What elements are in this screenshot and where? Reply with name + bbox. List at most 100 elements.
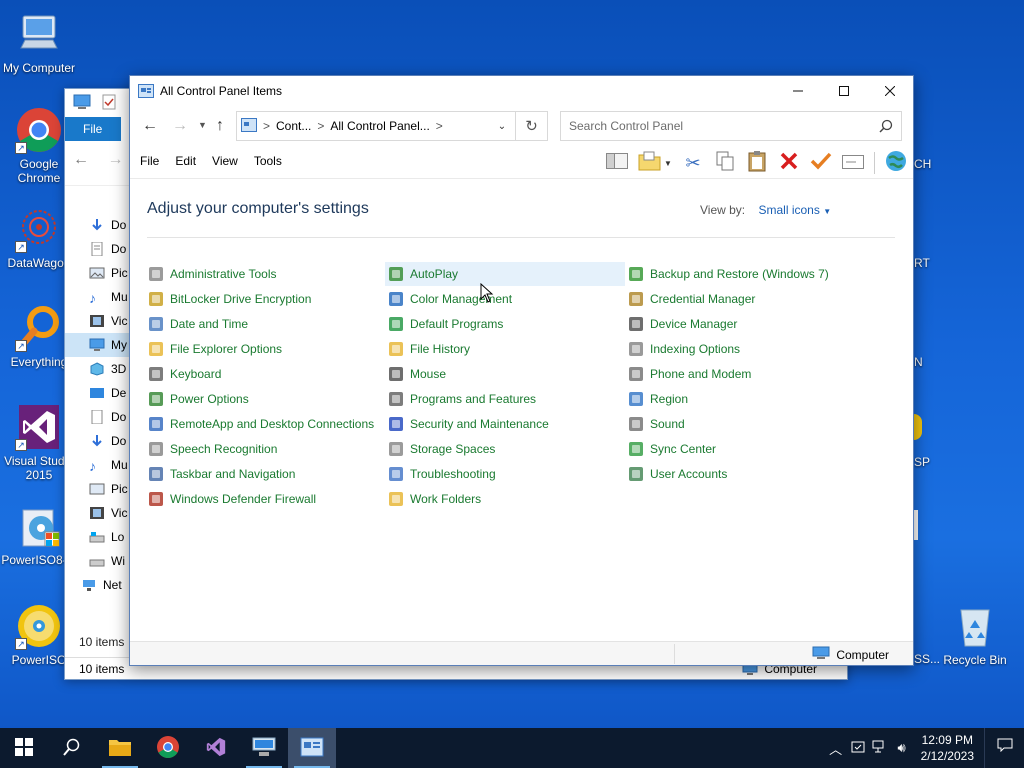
cp-item-device-manager[interactable]: Device Manager [625,312,865,336]
cp-item-power-options[interactable]: Power Options [145,387,385,411]
tree-item-label: Pic [111,266,128,280]
clock[interactable]: 12:09 PM 2/12/2023 [921,732,974,764]
cp-item-taskbar-and-navigation[interactable]: Taskbar and Navigation [145,462,385,486]
magnifier-icon: ↗ [15,304,63,352]
taskbar-chrome[interactable] [144,728,192,768]
cp-item-windows-defender-firewall[interactable]: Windows Defender Firewall [145,487,385,511]
copy-button[interactable] [712,150,738,176]
security-tray-icon[interactable] [847,740,869,757]
chevron-down-icon: ▼ [198,120,207,130]
folder-options-button[interactable]: ▼ [636,150,674,176]
forward-arrow-icon[interactable]: → [107,151,123,168]
paste-button[interactable] [744,150,770,176]
start-button[interactable] [0,728,48,768]
file-history-icon [388,341,404,357]
window-titlebar[interactable]: All Control Panel Items [130,76,913,106]
autoplay-icon [388,266,404,282]
cp-item-user-accounts[interactable]: User Accounts [625,462,865,486]
tree-item-label: Wi [111,554,125,568]
back-arrow-icon[interactable]: ← [73,151,89,168]
cp-item-bitlocker-drive-encryption[interactable]: BitLocker Drive Encryption [145,287,385,311]
cp-item-label: File History [410,342,471,356]
clipped-desktop-label: RT [914,256,930,270]
minimize-icon [793,83,803,99]
search-input[interactable]: Search Control Panel [560,111,902,141]
refresh-button[interactable]: ↻ [516,111,548,141]
cp-item-security-and-maintenance[interactable]: Security and Maintenance [385,412,625,436]
globe-button[interactable] [883,150,909,176]
cut-button[interactable]: ✂ [680,150,706,176]
cp-item-autoplay[interactable]: AutoPlay [385,262,625,286]
rename-button[interactable] [840,150,866,176]
sync-icon [628,441,644,457]
cp-item-phone-and-modem[interactable]: Phone and Modem [625,362,865,386]
notifications-button[interactable] [984,728,1024,768]
desktop-icon-my-computer[interactable]: My Computer [0,10,78,75]
cp-item-label: Indexing Options [650,342,741,356]
cp-item-file-explorer-options[interactable]: File Explorer Options [145,337,385,361]
address-dropdown-button[interactable]: ⌄ [489,112,515,140]
menu-view[interactable]: View [212,154,238,168]
cp-item-sound[interactable]: Sound [625,412,865,436]
search-placeholder: Search Control Panel [569,119,684,133]
cp-item-mouse[interactable]: Mouse [385,362,625,386]
cp-item-indexing-options[interactable]: Indexing Options [625,337,865,361]
cp-item-keyboard[interactable]: Keyboard [145,362,385,386]
sound-icon [628,416,644,432]
address-bar[interactable]: > Cont... > All Control Panel... > ⌄ [236,111,516,141]
cp-item-date-and-time[interactable]: Date and Time [145,312,385,336]
credential-icon [628,291,644,307]
cp-item-troubleshooting[interactable]: Troubleshooting [385,462,625,486]
recent-locations-button[interactable]: ▼ [198,120,207,130]
volume-icon[interactable]: 🔊︎ [891,740,913,756]
menu-file[interactable]: File [140,154,159,168]
bg-ribbon-file-tab[interactable]: File [65,117,121,141]
cp-item-programs-and-features[interactable]: Programs and Features [385,387,625,411]
cp-item-backup-and-restore-windows-7[interactable]: Backup and Restore (Windows 7) [625,262,865,286]
menu-edit[interactable]: Edit [175,154,196,168]
network-tray-icon[interactable] [869,740,891,757]
taskbar-file-explorer[interactable] [96,728,144,768]
breadcrumb-control-panel[interactable]: Cont... [276,119,311,133]
cp-item-work-folders[interactable]: Work Folders [385,487,625,511]
search-button[interactable] [48,728,96,768]
cp-item-administrative-tools[interactable]: Administrative Tools [145,262,385,286]
cp-item-speech-recognition[interactable]: Speech Recognition [145,437,385,461]
properties-button[interactable] [808,150,834,176]
cp-item-storage-spaces[interactable]: Storage Spaces [385,437,625,461]
taskbar-control-panel[interactable] [288,728,336,768]
cp-item-sync-center[interactable]: Sync Center [625,437,865,461]
up-button[interactable]: ↑ [216,117,224,135]
back-button[interactable]: ← [142,117,158,135]
taskbar-icon [148,466,164,482]
cp-item-credential-manager[interactable]: Credential Manager [625,287,865,311]
taskbar-network-app[interactable] [240,728,288,768]
menu-tools[interactable]: Tools [254,154,282,168]
desktop-icon-label: Recycle Bin [943,653,1007,667]
cp-item-default-programs[interactable]: Default Programs [385,312,625,336]
control-panel-icon [241,117,257,135]
cp-item-color-management[interactable]: Color Management [385,287,625,311]
control-panel-window[interactable]: All Control Panel Items ← → ▼ ↑ > Cont..… [129,75,914,666]
cp-item-remoteapp-and-desktop-connections[interactable]: RemoteApp and Desktop Connections [145,412,385,436]
cp-item-region[interactable]: Region [625,387,865,411]
maximize-button[interactable] [821,76,867,106]
close-button[interactable] [867,76,913,106]
cp-item-label: Programs and Features [410,392,537,406]
document-icon [89,409,105,425]
cp-item-label: Work Folders [410,492,482,506]
minimize-button[interactable] [775,76,821,106]
view-by-dropdown[interactable]: Small icons ▼ [758,203,831,217]
desktop-icon-recycle-bin[interactable]: Recycle Bin [936,602,1014,667]
work-folders-icon [388,491,404,507]
microphone-icon [148,441,164,457]
cp-item-file-history[interactable]: File History [385,337,625,361]
layout-pane-button[interactable] [604,150,630,176]
globe-icon [885,150,907,177]
chevron-up-icon[interactable]: ︿ [825,739,847,758]
users-icon [628,466,644,482]
breadcrumb-all-items[interactable]: All Control Panel... [330,119,429,133]
taskbar-visual-studio[interactable] [192,728,240,768]
forward-button[interactable]: → [172,117,188,135]
delete-button[interactable] [776,150,802,176]
